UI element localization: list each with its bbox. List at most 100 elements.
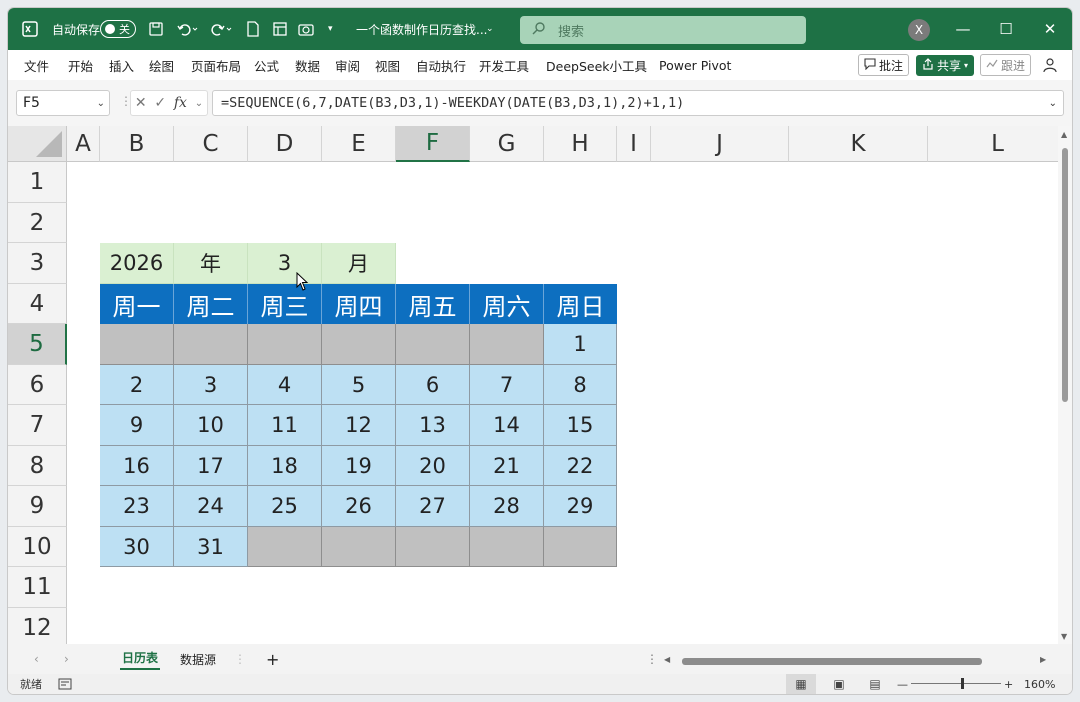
expand-formula-icon[interactable]: ⌄	[1049, 98, 1057, 109]
horizontal-scroll-thumb[interactable]	[682, 658, 982, 665]
save-icon[interactable]	[148, 8, 164, 50]
weekday-header-cell[interactable]: 周二	[174, 284, 248, 324]
comment-button[interactable]: 批注	[858, 54, 910, 76]
calendar-day-cell[interactable]: 15	[544, 405, 617, 446]
zoom-level[interactable]: 160%	[1024, 674, 1055, 694]
row-header-5[interactable]: 5	[8, 324, 67, 365]
row-header-2[interactable]: 2	[8, 203, 67, 243]
row-header-3[interactable]: 3	[8, 243, 67, 284]
vertical-scroll-thumb[interactable]	[1062, 148, 1068, 402]
column-header-e[interactable]: E	[322, 126, 396, 162]
search-box[interactable]: 搜索	[520, 16, 806, 44]
calendar-day-cell[interactable]	[322, 527, 396, 567]
weekday-header-cell[interactable]: 周四	[322, 284, 396, 324]
add-sheet-button[interactable]: +	[266, 644, 279, 674]
calendar-day-cell[interactable]: 26	[322, 486, 396, 527]
calendar-day-cell[interactable]: 8	[544, 365, 617, 405]
page-break-view-icon[interactable]: ▤	[860, 674, 890, 694]
calendar-day-cell[interactable]: 24	[174, 486, 248, 527]
normal-view-icon[interactable]: ▦	[786, 674, 816, 694]
cancel-icon[interactable]: ✕	[135, 95, 147, 111]
row-header-8[interactable]: 8	[8, 446, 67, 486]
scroll-right-icon[interactable]: ▶	[1040, 644, 1046, 674]
calendar-day-cell[interactable]: 21	[470, 446, 544, 486]
scroll-up-icon[interactable]: ▲	[1061, 130, 1067, 139]
calendar-day-cell[interactable]	[396, 527, 470, 567]
scroll-tabs-left-icon[interactable]: ‹	[34, 644, 39, 674]
calendar-day-cell[interactable]: 20	[396, 446, 470, 486]
calendar-day-cell[interactable]	[248, 527, 322, 567]
calendar-day-cell[interactable]: 6	[396, 365, 470, 405]
weekday-header-cell[interactable]: 周一	[100, 284, 174, 324]
column-header-b[interactable]: B	[100, 126, 174, 162]
column-header-c[interactable]: C	[174, 126, 248, 162]
calendar-day-cell[interactable]: 5	[322, 365, 396, 405]
column-header-d[interactable]: D	[248, 126, 322, 162]
tab-review[interactable]: 审阅	[335, 50, 360, 80]
column-header-g[interactable]: G	[470, 126, 544, 162]
select-all-corner[interactable]	[8, 126, 67, 162]
accessibility-icon[interactable]	[58, 674, 72, 694]
chevron-down-icon[interactable]: ⌄	[195, 98, 203, 109]
function-icon[interactable]: fx	[174, 95, 187, 111]
calendar-day-cell[interactable]	[248, 324, 322, 365]
close-button[interactable]: ✕	[1030, 8, 1070, 50]
column-header-k[interactable]: K	[789, 126, 928, 162]
calendar-day-cell[interactable]	[470, 324, 544, 365]
calendar-day-cell[interactable]: 2	[100, 365, 174, 405]
year-label-cell[interactable]: 年	[174, 243, 248, 284]
calendar-day-cell[interactable]	[396, 324, 470, 365]
tab-developer[interactable]: 开发工具	[479, 50, 529, 80]
calendar-day-cell[interactable]: 13	[396, 405, 470, 446]
redo-icon[interactable]	[210, 8, 232, 50]
tab-draw[interactable]: 绘图	[149, 50, 174, 80]
weekday-header-cell[interactable]: 周六	[470, 284, 544, 324]
calendar-day-cell[interactable]: 25	[248, 486, 322, 527]
calendar-day-cell[interactable]: 16	[100, 446, 174, 486]
check-icon[interactable]: ✓	[154, 95, 166, 111]
weekday-header-cell[interactable]: 周日	[544, 284, 617, 324]
year-cell[interactable]: 2026	[100, 243, 174, 284]
scroll-down-icon[interactable]: ▼	[1061, 632, 1067, 641]
calendar-day-cell[interactable]: 10	[174, 405, 248, 446]
page-layout-view-icon[interactable]: ▣	[824, 674, 854, 694]
calendar-day-cell[interactable]: 27	[396, 486, 470, 527]
share-button[interactable]: 共享 ▾	[916, 55, 975, 76]
tab-insert[interactable]: 插入	[109, 50, 134, 80]
row-header-9[interactable]: 9	[8, 486, 67, 527]
tab-file[interactable]: 文件	[24, 50, 49, 80]
calendar-day-cell[interactable]: 17	[174, 446, 248, 486]
tab-automate[interactable]: 自动执行	[416, 50, 466, 80]
spreadsheet-grid[interactable]: A B C D E F G H I J K L 1 2 3 4 5 6 7 8 …	[8, 126, 1058, 644]
calendar-day-cell[interactable]: 28	[470, 486, 544, 527]
calendar-day-cell[interactable]: 3	[174, 365, 248, 405]
calendar-day-cell[interactable]: 23	[100, 486, 174, 527]
tab-view[interactable]: 视图	[375, 50, 400, 80]
autosave-toggle[interactable]: 关	[100, 8, 136, 50]
row-header-1[interactable]: 1	[8, 162, 67, 203]
month-cell[interactable]: 3	[248, 243, 322, 284]
weekday-header-cell[interactable]: 周三	[248, 284, 322, 324]
row-header-6[interactable]: 6	[8, 365, 67, 405]
column-header-h[interactable]: H	[544, 126, 617, 162]
vertical-scrollbar[interactable]: ▲ ▼	[1058, 126, 1072, 644]
camera-icon[interactable]	[298, 8, 314, 50]
sheet-tab-data-source[interactable]: 数据源	[180, 644, 216, 674]
calendar-day-cell[interactable]: 12	[322, 405, 396, 446]
calendar-day-cell[interactable]: 14	[470, 405, 544, 446]
calendar-day-cell[interactable]	[174, 324, 248, 365]
tab-home[interactable]: 开始	[68, 50, 93, 80]
calendar-day-cell[interactable]	[322, 324, 396, 365]
sheet-tab-calendar[interactable]: 日历表	[120, 644, 161, 674]
tab-deepseek[interactable]: DeepSeek小工具	[546, 50, 647, 80]
calendar-day-cell[interactable]: 9	[100, 405, 174, 446]
row-header-10[interactable]: 10	[8, 527, 67, 567]
column-header-i[interactable]: I	[617, 126, 651, 162]
calendar-day-cell[interactable]: 19	[322, 446, 396, 486]
calendar-day-cell[interactable]: 22	[544, 446, 617, 486]
zoom-out-button[interactable]: —	[897, 674, 908, 694]
calendar-day-cell[interactable]: 7	[470, 365, 544, 405]
chevron-down-icon[interactable]: ⌄	[97, 98, 105, 109]
calendar-day-cell[interactable]: 18	[248, 446, 322, 486]
calendar-day-cell[interactable]	[100, 324, 174, 365]
